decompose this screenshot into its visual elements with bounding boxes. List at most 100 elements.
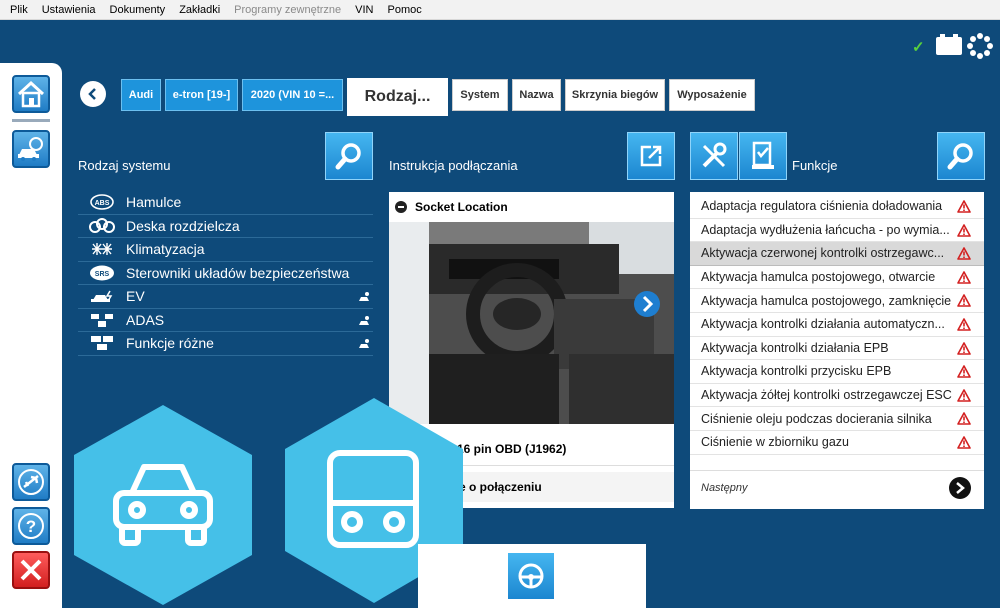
menu-item-2[interactable]: Dokumenty: [110, 4, 166, 16]
function-label: Aktywacja hamulca postojowego, otwarcie: [701, 270, 936, 285]
search-icon: [947, 143, 973, 170]
menu-item-6[interactable]: Pomoc: [388, 4, 422, 16]
svg-text:ABS: ABS: [95, 200, 110, 207]
checkmark-icon: ✓: [912, 39, 925, 56]
function-label: Adaptacja regulatora ciśnienia doładowan…: [701, 199, 943, 214]
home-button[interactable]: [12, 75, 50, 113]
vehicle-status-icon: [357, 290, 371, 306]
function-label: Ciśnienie w zbiorniku gazu: [701, 435, 849, 450]
vehicle-status-icon: [357, 337, 371, 353]
spinner-icon: [967, 33, 993, 59]
function-item[interactable]: Aktywacja kontrolki działania EPB: [690, 337, 984, 361]
tools-icon: [702, 142, 727, 168]
bottom-panel: [418, 544, 646, 608]
warning-icon: [957, 436, 971, 452]
external-link-icon: [640, 145, 662, 167]
car-interior-photo: [389, 204, 674, 424]
system-type-label: EV: [126, 288, 145, 305]
back-arrow-icon: [88, 88, 96, 100]
vehicle-status-icon: [357, 314, 371, 330]
airplane-mode-button[interactable]: [12, 463, 50, 501]
function-item[interactable]: Aktywacja żółtej kontrolki ostrzegawczej…: [690, 384, 984, 408]
search-icon: [335, 143, 361, 170]
crumb-model[interactable]: e-tron [19-]: [165, 79, 238, 111]
system-type-label: Hamulce: [126, 194, 182, 211]
battery-icon: [936, 34, 962, 55]
open-connection-button[interactable]: [627, 132, 675, 180]
function-item[interactable]: Adaptacja wydłużenia łańcucha - po wymia…: [690, 219, 984, 243]
system-type-label: Sterowniki układów bezpieczeństwa: [126, 264, 350, 281]
system-type-item[interactable]: EV: [78, 285, 373, 309]
function-item[interactable]: Aktywacja czerwonej kontrolki ostrzegawc…: [690, 242, 984, 266]
system-type-item[interactable]: ABS Hamulce: [78, 191, 373, 215]
system-type-item[interactable]: SRS Sterowniki układów bezpieczeństwa: [78, 262, 373, 285]
system-search-button[interactable]: [325, 132, 373, 180]
steering-wheel-button[interactable]: [508, 553, 554, 599]
crumb-make[interactable]: Audi: [121, 79, 161, 111]
left-toolbar: ?: [0, 63, 62, 608]
steering-wheel-icon: [518, 563, 544, 589]
next-page-row[interactable]: Następny: [690, 470, 984, 504]
system-type-title: Rodzaj systemu: [78, 158, 171, 173]
system-type-list: ABS Hamulce Deska rozdzielcza Klimatyzacja S…: [78, 191, 373, 356]
warning-icon: [957, 294, 971, 310]
function-label: Aktywacja czerwonej kontrolki ostrzegawc…: [701, 246, 945, 261]
crumb-system[interactable]: System: [452, 79, 508, 111]
menu-bar: Plik Ustawienia Dokumenty Zakładki Programy …: [0, 0, 1000, 20]
warning-icon: [957, 200, 971, 216]
airplane-mode-icon: [18, 469, 44, 495]
home-icon: [17, 80, 45, 108]
basket-button[interactable]: [739, 132, 787, 180]
system-type-label: Deska rozdzielcza: [126, 217, 240, 234]
system-type-label: ADAS: [126, 311, 165, 328]
system-type-item[interactable]: ADAS: [78, 309, 373, 332]
crumb-year[interactable]: 2020 (VIN 10 =...: [242, 79, 343, 111]
function-item[interactable]: Ciśnienie oleju podczas docierania silni…: [690, 407, 984, 431]
system-type-item[interactable]: Deska rozdzielcza: [78, 215, 373, 238]
next-label: Następny: [701, 481, 748, 494]
warning-icon: [957, 223, 971, 240]
menu-item-0[interactable]: Plik: [10, 4, 28, 16]
system-type-label: Klimatyzacja: [126, 241, 205, 258]
close-icon: [20, 559, 42, 581]
function-item[interactable]: Ciśnienie w zbiorniku gazu: [690, 431, 984, 455]
system-type-item[interactable]: Funkcje różne: [78, 332, 373, 356]
svg-text:?: ?: [26, 517, 36, 536]
system-type-item[interactable]: Klimatyzacja: [78, 238, 373, 262]
warning-icon: [957, 318, 971, 334]
function-item[interactable]: Aktywacja kontrolki przycisku EPB: [690, 360, 984, 384]
menu-item-5[interactable]: VIN: [355, 4, 373, 16]
system-type-label: Funkcje różne: [126, 335, 214, 352]
gauges-icon: [88, 217, 116, 234]
menu-item-3[interactable]: Zakładki: [179, 4, 220, 16]
back-button[interactable]: [80, 81, 106, 107]
help-button[interactable]: ?: [12, 507, 50, 545]
connection-title: Instrukcja podłączania: [389, 158, 518, 173]
menu-item-1[interactable]: Ustawienia: [42, 4, 96, 16]
functions-list: Adaptacja regulatora ciśnienia doładowan…: [690, 192, 984, 455]
vehicle-diagnostics-button[interactable]: [12, 130, 50, 168]
close-button[interactable]: [12, 551, 50, 589]
crumb-name[interactable]: Nazwa: [512, 79, 561, 111]
climate-icon: [88, 241, 116, 257]
function-item[interactable]: Aktywacja hamulca postojowego, zamknięci…: [690, 289, 984, 313]
tools-button[interactable]: [690, 132, 738, 180]
function-label: Ciśnienie oleju podczas docierania silni…: [701, 411, 932, 426]
socket-label: Socket Location: [415, 200, 508, 214]
warning-icon: [957, 341, 971, 358]
next-arrow-icon[interactable]: [949, 477, 971, 499]
warning-icon: [957, 270, 971, 287]
collapse-icon: [395, 201, 407, 213]
function-item[interactable]: Aktywacja kontrolki działania automatycz…: [690, 313, 984, 337]
socket-header[interactable]: Socket Location: [389, 192, 674, 222]
function-item[interactable]: Adaptacja regulatora ciśnienia doładowan…: [690, 195, 984, 219]
functions-search-button[interactable]: [937, 132, 985, 180]
crumb-system-type[interactable]: Rodzaj...: [347, 78, 448, 116]
abs-icon: ABS: [88, 194, 116, 211]
function-label: Aktywacja kontrolki przycisku EPB: [701, 364, 892, 379]
help-icon: ?: [18, 513, 44, 539]
crumb-equipment[interactable]: Wyposażenie: [669, 79, 755, 111]
crumb-gearbox[interactable]: Skrzynia biegów: [565, 79, 665, 111]
car-type-button[interactable]: [74, 405, 252, 605]
function-item[interactable]: Aktywacja hamulca postojowego, otwarcie: [690, 266, 984, 290]
